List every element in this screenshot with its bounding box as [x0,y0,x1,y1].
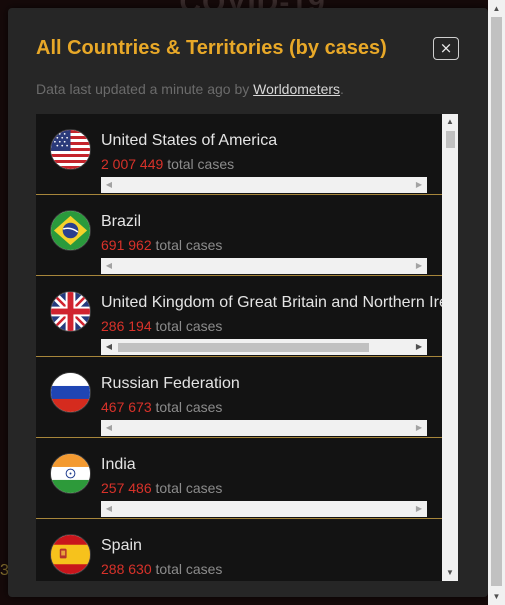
country-name: Spain [101,537,142,554]
scroll-right-arrow-icon[interactable]: ▶ [411,339,427,355]
uk-flag-icon [50,291,91,332]
scroll-down-arrow-icon[interactable]: ▼ [442,565,458,581]
row-scrollbar-thumb[interactable] [118,343,369,352]
scroll-right-arrow-icon[interactable]: ▶ [411,501,427,517]
worldometers-link[interactable]: Worldometers [253,81,340,97]
page-vertical-scrollbar[interactable]: ▲ ▼ [488,0,505,605]
country-name: Brazil [101,213,142,230]
list-item[interactable]: Russian Federation 467 673 total cases ◀ ▶ [36,357,442,438]
list-item[interactable]: United Kingdom of Great Britain and Nort… [36,276,442,357]
scroll-left-arrow-icon[interactable]: ◀ [101,258,117,274]
case-label: total cases [155,237,223,253]
case-number: 286 194 [101,318,152,334]
list-item[interactable]: Brazil 691 962 total cases ◀ ▶ [36,195,442,276]
country-name: United States of America [101,132,278,149]
case-count: 2 007 449 total cases [101,156,234,172]
scroll-left-arrow-icon[interactable]: ◀ [101,501,117,517]
case-number: 691 962 [101,237,152,253]
case-number: 257 486 [101,480,152,496]
updated-suffix: . [340,81,344,97]
row-horizontal-scrollbar[interactable]: ◀ ▶ [101,258,427,274]
scroll-right-arrow-icon[interactable]: ▶ [411,420,427,436]
countries-modal: All Countries & Territories (by cases) ×… [8,8,488,597]
case-number: 467 673 [101,399,152,415]
spain-flag-icon [50,534,91,575]
case-label: total cases [155,318,223,334]
scroll-left-arrow-icon[interactable]: ◀ [101,339,117,355]
list-vertical-scrollbar[interactable]: ▲ ▼ [442,114,458,581]
country-list[interactable]: United States of America 2 007 449 total … [36,114,458,581]
india-flag-icon [50,453,91,494]
case-count: 257 486 total cases [101,480,222,496]
page-scrollbar-thumb[interactable] [491,17,502,586]
case-count: 288 630 total cases [101,561,222,577]
scroll-up-arrow-icon[interactable]: ▲ [442,114,458,130]
list-item[interactable]: Spain288 630 total cases◀▶ [36,519,442,581]
close-button[interactable]: × [433,37,459,60]
case-label: total cases [167,156,235,172]
scroll-right-arrow-icon[interactable]: ▶ [411,258,427,274]
us-flag-icon [50,129,91,170]
russia-flag-icon [50,372,91,413]
scroll-left-arrow-icon[interactable]: ◀ [101,420,117,436]
page-scroll-up-arrow-icon[interactable]: ▲ [488,0,505,17]
scroll-right-arrow-icon[interactable]: ▶ [411,177,427,193]
list-item[interactable]: United States of America 2 007 449 total … [36,114,442,195]
scroll-left-arrow-icon[interactable]: ◀ [101,177,117,193]
scrollbar-thumb[interactable] [446,131,455,148]
modal-title: All Countries & Territories (by cases) [36,37,387,59]
list-item[interactable]: India 257 486 total cases ◀ ▶ [36,438,442,519]
row-horizontal-scrollbar[interactable]: ◀ ▶ [101,501,427,517]
updated-text: Data last updated a minute ago by [36,81,254,97]
country-name: United Kingdom of Great Britain and Nort… [101,294,442,311]
case-count: 691 962 total cases [101,237,222,253]
page-scroll-down-arrow-icon[interactable]: ▼ [488,588,505,605]
brazil-flag-icon [50,210,91,251]
case-number: 288 630 [101,561,152,577]
country-list-items: United States of America 2 007 449 total … [36,114,442,581]
country-name: Russian Federation [101,375,240,392]
close-icon: × [439,39,453,57]
row-horizontal-scrollbar[interactable]: ◀ ▶ [101,339,427,355]
case-count: 467 673 total cases [101,399,222,415]
case-label: total cases [155,561,223,577]
case-label: total cases [155,399,223,415]
case-number: 2 007 449 [101,156,164,172]
last-updated-note: Data last updated a minute ago by Worldo… [36,81,344,97]
case-count: 286 194 total cases [101,318,222,334]
case-label: total cases [155,480,223,496]
country-name: India [101,456,136,473]
row-horizontal-scrollbar[interactable]: ◀ ▶ [101,177,427,193]
row-horizontal-scrollbar[interactable]: ◀ ▶ [101,420,427,436]
